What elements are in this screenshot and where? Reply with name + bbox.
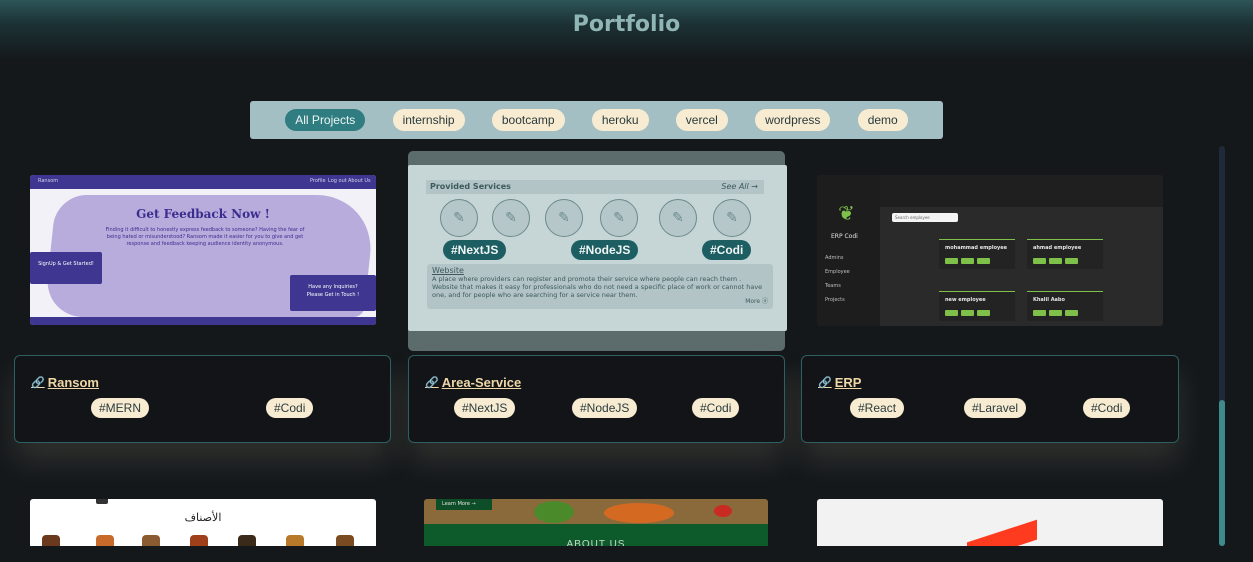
preview-text: Finding it difficult to honestly express… xyxy=(105,227,305,247)
preview-learn-more: Learn More → xyxy=(436,499,492,510)
preview-description: A place where providers can register and… xyxy=(432,275,763,299)
tag-react: #React xyxy=(850,398,905,418)
preview-signup: SignUp & Get Started! xyxy=(30,252,102,284)
preview-nav-link: About Us xyxy=(348,178,371,184)
preview-employee-card: ahmad employee xyxy=(1027,239,1103,269)
preview-brand: Ransom xyxy=(38,178,59,184)
tag-nodejs: #NodeJS xyxy=(572,398,638,418)
preview-more: More ⓐ xyxy=(745,298,768,305)
service-icon: ✎ xyxy=(600,199,638,237)
service-icon: ✎ xyxy=(545,199,583,237)
project-preview-erp[interactable]: ❦ ERP Codi Admins Employee Teams Project… xyxy=(817,175,1163,326)
preview-nav-link: Log out xyxy=(328,178,347,184)
preview-employee-card: Khalil Aabo xyxy=(1027,291,1103,321)
preview-arabic-title: الأصناف xyxy=(184,511,222,524)
preview-badge xyxy=(96,499,108,504)
filter-all-projects[interactable]: All Projects xyxy=(285,109,366,131)
preview-section-title: Provided Services See All → xyxy=(426,180,764,194)
preview-employee-card: mohammad employee xyxy=(939,239,1015,269)
tag-codi: #Codi xyxy=(692,398,740,418)
preview-menu-item: Projects xyxy=(825,297,845,303)
project-title: Ransom xyxy=(47,375,99,390)
filter-vercel[interactable]: vercel xyxy=(675,109,728,131)
food-image xyxy=(714,505,732,517)
project-card-ransom: 🔗 Ransom #MERN #Codi xyxy=(14,355,391,443)
link-icon: 🔗 xyxy=(818,377,832,389)
preview-employee-name: mohammad employee xyxy=(945,245,1008,251)
preview-inquiry: Have any Inquiries? Please Get in Touch … xyxy=(290,275,376,311)
project-link-ransom[interactable]: 🔗 Ransom xyxy=(31,375,99,390)
preview-employee-name: new employee xyxy=(945,297,986,303)
service-icon: ✎ xyxy=(713,199,751,237)
overlay-tag: #NextJS xyxy=(443,240,507,260)
food-image xyxy=(534,501,574,523)
preview-employee-name: ahmad employee xyxy=(1033,245,1082,251)
scrollbar-thumb[interactable] xyxy=(1219,400,1225,546)
preview-menu-item: Admins xyxy=(825,255,844,261)
project-link-erp[interactable]: 🔗 ERP xyxy=(818,375,861,390)
service-icon: ✎ xyxy=(492,199,530,237)
overlay-tag: #NodeJS xyxy=(571,240,639,260)
preview-employee-name: Khalil Aabo xyxy=(1033,297,1065,303)
service-icon: ✎ xyxy=(659,199,697,237)
project-preview-third[interactable] xyxy=(817,499,1163,549)
food-image xyxy=(604,503,674,523)
project-card-erp: 🔗 ERP #React #Laravel #Codi xyxy=(801,355,1179,443)
page-title: Portfolio xyxy=(572,12,681,37)
project-link-area-service[interactable]: 🔗 Area-Service xyxy=(425,375,521,390)
project-preview-ransom[interactable]: Ransom Profile Log out About Us Get Feed… xyxy=(30,175,376,325)
filter-internship[interactable]: internship xyxy=(392,109,465,131)
preview-employee-card: new employee xyxy=(939,291,1015,321)
leaf-icon: ❦ xyxy=(838,201,855,225)
preview-footer xyxy=(30,317,376,325)
tag-laravel: #Laravel xyxy=(964,398,1027,418)
preview-description-box: Website A place where providers can regi… xyxy=(427,264,773,309)
preview-nav-link: Profile xyxy=(310,178,326,184)
preview-search: Search employee xyxy=(892,213,958,222)
project-card-area-service: 🔗 Area-Service #NextJS #NodeJS #Codi xyxy=(408,355,785,443)
link-icon: 🔗 xyxy=(31,377,45,389)
preview-graphic xyxy=(967,519,1037,549)
filter-demo[interactable]: demo xyxy=(857,109,908,131)
overlay-tag: #Codi xyxy=(702,240,752,260)
preview-menu-item: Employee xyxy=(825,269,850,275)
tag-codi: #Codi xyxy=(1083,398,1131,418)
preview-brand: ERP Codi xyxy=(831,233,858,240)
preview-inquiry-text: Please Get in Touch ! xyxy=(306,292,360,298)
tag-codi: #Codi xyxy=(266,398,314,418)
preview-menu-item: Teams xyxy=(825,283,841,289)
preview-inquiry-title: Have any Inquiries? xyxy=(308,284,358,290)
preview-link: Website xyxy=(432,266,464,275)
filter-bar: All Projects internship bootcamp heroku … xyxy=(250,101,943,139)
project-title: Area-Service xyxy=(441,375,522,390)
preview-sidebar: ❦ ERP Codi Admins Employee Teams Project… xyxy=(817,175,880,326)
project-title: ERP xyxy=(834,375,862,390)
preview-see-all: See All → xyxy=(721,182,758,191)
link-icon: 🔗 xyxy=(425,377,439,389)
filter-wordpress[interactable]: wordpress xyxy=(755,109,831,131)
tag-mern: #MERN xyxy=(91,398,150,418)
viewport-edge xyxy=(0,546,1253,562)
filter-heroku[interactable]: heroku xyxy=(591,109,649,131)
tag-nextjs: #NextJS xyxy=(454,398,516,418)
preview-section-label: Provided Services xyxy=(430,182,511,191)
project-preview-restaurant[interactable]: Learn More → ABOUT US xyxy=(424,499,768,549)
preview-topbar xyxy=(880,175,1163,207)
service-icon: ✎ xyxy=(440,199,478,237)
preview-headline: Get Feedback Now ! xyxy=(136,207,270,221)
preview-navbar: Ransom Profile Log out About Us xyxy=(30,175,376,189)
filter-bootcamp[interactable]: bootcamp xyxy=(491,109,565,131)
project-preview-menu-site[interactable]: الأصناف xyxy=(30,499,376,549)
